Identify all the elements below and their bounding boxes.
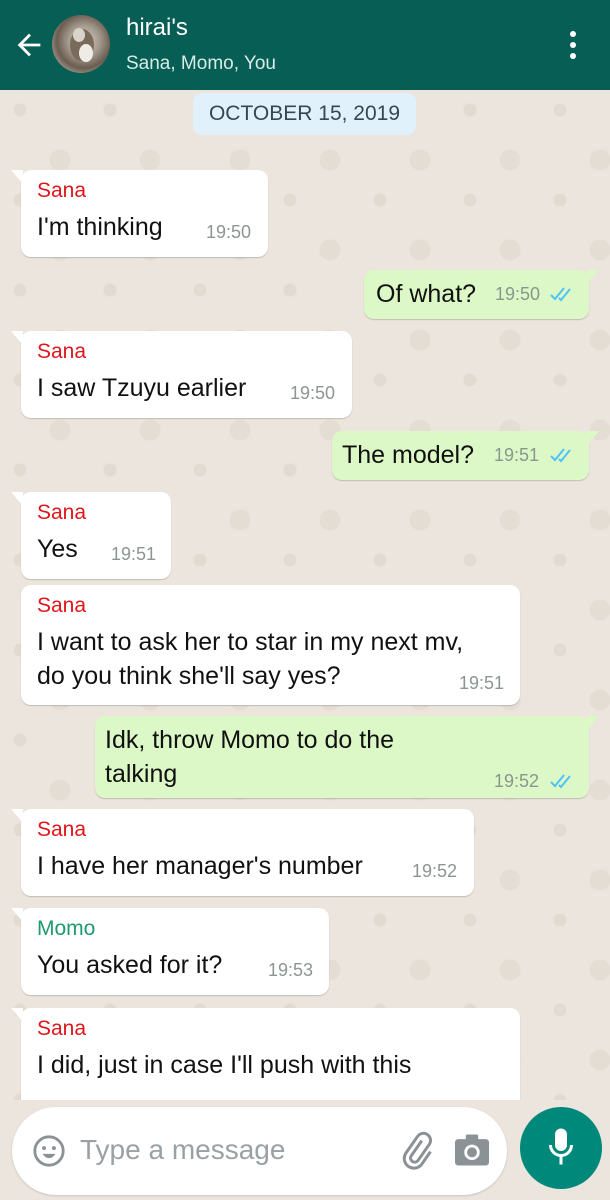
incoming-message[interactable]: Sana I have her manager's number 19:52 <box>11 809 474 896</box>
incoming-message[interactable]: Momo You asked for it? 19:53 <box>11 908 329 995</box>
message-time: 19:53 <box>268 960 314 980</box>
message-time: 19:52 <box>412 861 458 881</box>
more-vert-icon[interactable] <box>560 28 586 62</box>
outgoing-message[interactable]: Idk, throw Momo to do the talking 19:52 <box>95 716 599 798</box>
outgoing-message[interactable]: Of what? 19:50 <box>364 270 599 319</box>
sender-name: Momo <box>37 917 96 940</box>
message-text: I did, just in case I'll push with this <box>37 1051 412 1079</box>
message-text: I'm thinking <box>37 213 163 241</box>
camera-icon[interactable] <box>453 1133 491 1167</box>
group-avatar[interactable] <box>52 15 110 73</box>
chat-participants[interactable]: Sana, Momo, You <box>126 53 276 75</box>
message-time: 19:51 <box>459 673 505 693</box>
sender-name: Sana <box>37 1017 87 1040</box>
read-ticks-icon <box>550 448 571 463</box>
incoming-message[interactable]: Sana Yes 19:51 <box>11 492 171 579</box>
incoming-message[interactable]: Sana I'm thinking 19:50 <box>11 170 268 257</box>
date-chip: OCTOBER 15, 2019 <box>193 93 416 135</box>
message-time: 19:51 <box>494 445 540 465</box>
read-ticks-icon <box>550 774 571 789</box>
incoming-message[interactable]: Sana I want to ask her to star in my nex… <box>21 585 520 705</box>
message-list[interactable]: OCTOBER 15, 2019 Sana I'm thinking 19:50… <box>0 90 610 1100</box>
message-input[interactable]: Type a message <box>80 1134 285 1166</box>
message-text: I saw Tzuyu earlier <box>37 374 247 402</box>
mic-icon <box>549 1128 573 1165</box>
mic-button[interactable] <box>520 1107 602 1189</box>
sender-name: Sana <box>37 818 87 841</box>
message-text: I have her manager's number <box>37 852 363 880</box>
message-time: 19:50 <box>206 222 252 242</box>
back-arrow-icon[interactable] <box>12 28 46 62</box>
emoji-icon[interactable] <box>32 1134 66 1168</box>
incoming-message[interactable]: Sana I saw Tzuyu earlier 19:50 <box>11 331 352 418</box>
message-time: 19:52 <box>494 771 540 791</box>
sender-name: Sana <box>37 594 87 617</box>
message-time: 19:50 <box>495 284 541 304</box>
incoming-message[interactable]: Sana I did, just in case I'll push with … <box>11 1008 520 1100</box>
outgoing-message[interactable]: The model? 19:51 <box>332 431 599 480</box>
message-text: Yes <box>37 535 78 563</box>
message-text: You asked for it? <box>37 951 223 979</box>
read-ticks-icon <box>550 287 571 302</box>
chat-title[interactable]: hirai's <box>126 14 188 42</box>
message-time: 19:50 <box>290 383 336 403</box>
message-composer[interactable]: Type a message <box>12 1107 507 1195</box>
message-text: Of what? <box>376 280 477 308</box>
sender-name: Sana <box>37 340 87 363</box>
chat-header: hirai's Sana, Momo, You <box>0 0 610 90</box>
sender-name: Sana <box>37 179 87 202</box>
attach-icon[interactable] <box>396 1131 436 1171</box>
message-time: 19:51 <box>111 544 157 564</box>
message-text: I want to ask her to star in my next mv,… <box>37 628 464 690</box>
sender-name: Sana <box>37 501 87 524</box>
message-text: Idk, throw Momo to do the talking <box>105 726 395 788</box>
message-text: The model? <box>342 441 475 469</box>
